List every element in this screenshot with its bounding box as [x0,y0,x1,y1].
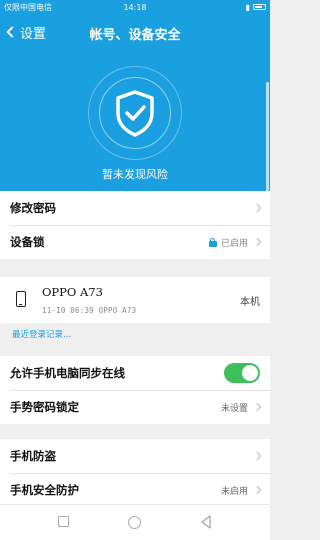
change-password-row[interactable]: 修改密码 [0,191,270,225]
chevron-right-icon [252,485,262,495]
device-last-login: 11-10 06:39 OPPO A73 [42,306,137,315]
current-device-badge: 本机 [240,297,260,308]
back-nav-button[interactable] [200,515,212,529]
chevron-right-icon [252,451,262,461]
phone-security-row[interactable]: 手机安全防护 未启用 [0,473,270,507]
sync-card: 允许手机电脑同步在线 手势密码锁定 未设置 [0,356,270,424]
device-lock-label: 设备锁 [10,235,45,249]
status-bar: 仅限中国电信 14:18 ▮ [0,0,270,14]
anti-theft-row[interactable]: 手机防盗 [0,439,270,473]
allow-sync-toggle[interactable] [224,363,260,383]
home-button[interactable] [128,516,141,529]
recents-button[interactable] [58,516,69,527]
header-panel: 设置 帐号、设备安全 暂未发现风险 [0,14,270,200]
change-password-label: 修改密码 [10,201,56,215]
gesture-lock-status: 未设置 [220,403,248,414]
anti-theft-label: 手机防盗 [10,449,56,463]
chevron-right-icon [252,402,262,412]
risk-status-text: 暂未发现风险 [102,168,168,181]
battery-icon [253,4,266,10]
allow-sync-label: 允许手机电脑同步在线 [10,366,125,380]
device-item[interactable]: OPPO A73 11-10 06:39 OPPO A73 本机 [0,277,270,323]
gesture-lock-row[interactable]: 手势密码锁定 未设置 [0,390,270,424]
chevron-right-icon [252,203,262,213]
page-title: 帐号、设备安全 [89,28,181,43]
phone-icon [16,291,26,307]
allow-sync-row: 允许手机电脑同步在线 [0,356,270,390]
toggle-knob [242,365,258,381]
scrollbar[interactable] [266,82,269,200]
device-lock-status: 已启用 [220,238,248,249]
shield-check-icon [116,90,154,137]
recent-login-link[interactable]: 最近登录记录... [12,328,71,340]
security-card: 修改密码 设备锁 已启用 [0,191,270,259]
device-name: OPPO A73 [42,285,103,299]
security-status-graphic [88,66,182,160]
lock-icon [208,238,217,247]
device-lock-row[interactable]: 设备锁 已启用 [0,225,270,259]
clock: 14:18 [123,2,147,12]
protection-card: 手机防盗 手机安全防护 未启用 [0,439,270,504]
chevron-right-icon [252,237,262,247]
phone-security-label: 手机安全防护 [10,483,79,497]
phone-security-status: 未启用 [220,486,248,497]
gesture-lock-label: 手势密码锁定 [10,400,79,414]
system-nav-bar [0,504,270,540]
